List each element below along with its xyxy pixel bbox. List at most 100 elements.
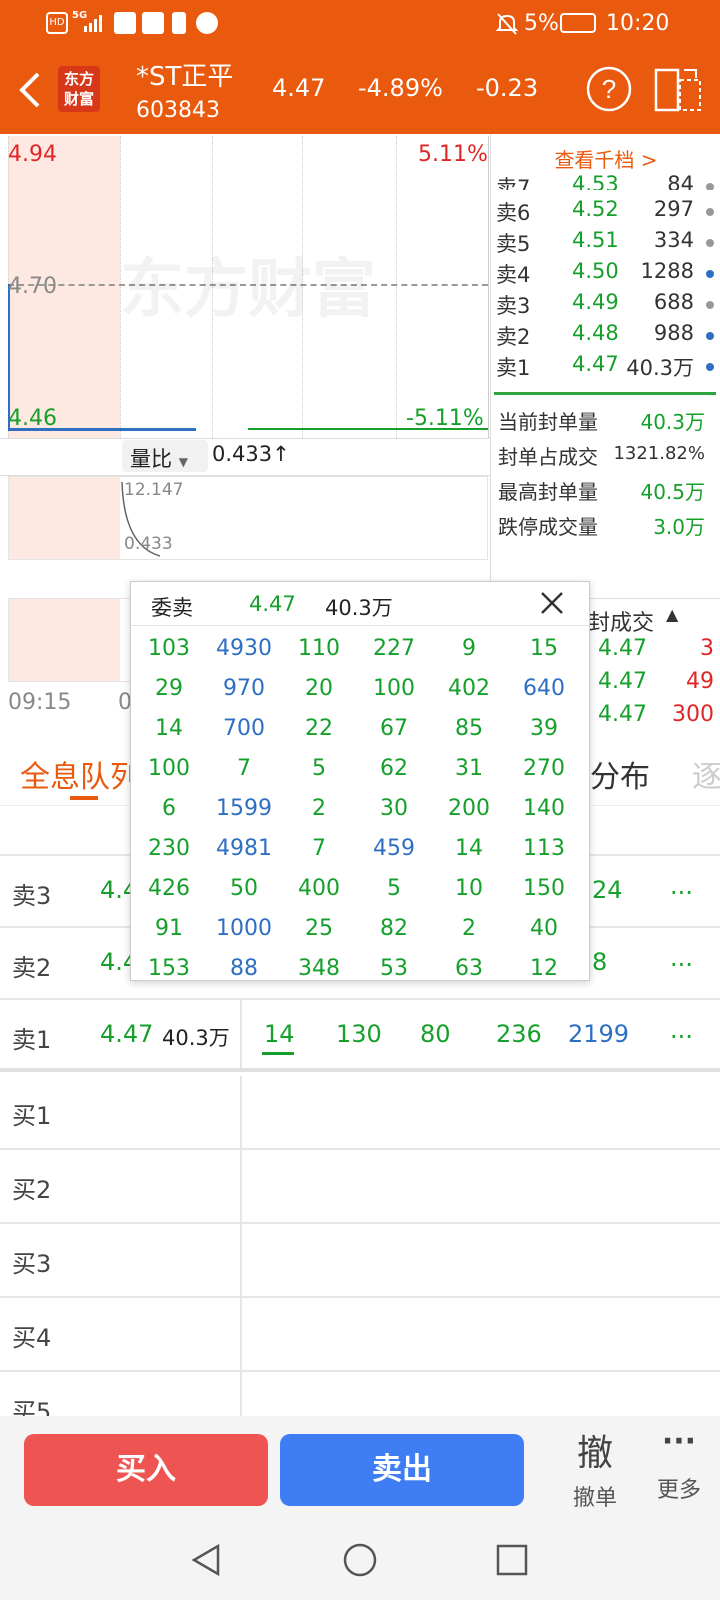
popup-order-cell[interactable]: 103 — [131, 636, 207, 661]
buy-button[interactable]: 买入 — [24, 1434, 268, 1506]
popup-order-cell[interactable]: 31 — [431, 756, 507, 781]
indicator-select[interactable]: 量比 ▼ — [122, 440, 208, 472]
popup-order-cell[interactable]: 7 — [206, 756, 282, 781]
popup-order-cell[interactable]: 67 — [356, 716, 432, 741]
more-button[interactable]: ··· 更多 — [644, 1424, 714, 1504]
stat-row: 封单占成交 1321.82% — [498, 441, 713, 473]
popup-order-cell[interactable]: 12 — [506, 956, 582, 981]
queue-order[interactable]: 80 — [420, 1020, 451, 1048]
popup-order-cell[interactable]: 459 — [356, 836, 432, 861]
popup-order-cell[interactable]: 140 — [506, 796, 582, 821]
popup-order-cell[interactable]: 400 — [281, 876, 357, 901]
tab-distribution[interactable]: 分布 — [590, 752, 650, 796]
popup-order-cell[interactable]: 22 — [281, 716, 357, 741]
popup-order-cell[interactable]: 270 — [506, 756, 582, 781]
popup-order-cell[interactable]: 29 — [131, 676, 207, 701]
popup-order-cell[interactable]: 700 — [206, 716, 282, 741]
popup-order-cell[interactable]: 5 — [356, 876, 432, 901]
popup-order-cell[interactable]: 85 — [431, 716, 507, 741]
ask-row[interactable]: 卖1 4.47 40.3万 — [490, 352, 720, 383]
popup-order-cell[interactable]: 91 — [131, 916, 207, 941]
ask-dot — [706, 270, 714, 278]
popup-order-cell[interactable]: 30 — [356, 796, 432, 821]
popup-order-cell[interactable]: 227 — [356, 636, 432, 661]
popup-order-cell[interactable]: 100 — [356, 676, 432, 701]
queue-order[interactable]: 236 — [496, 1020, 542, 1048]
queue-order[interactable]: 2199 — [568, 1020, 629, 1048]
queue-more[interactable]: ... — [670, 1016, 693, 1044]
popup-order-cell[interactable]: 1599 — [206, 796, 282, 821]
home-icon[interactable] — [342, 1542, 378, 1578]
tab-queue[interactable]: 全息队列 — [20, 752, 140, 796]
trade-price: 4.47 — [598, 669, 647, 694]
popup-order-cell[interactable]: 113 — [506, 836, 582, 861]
sort-up-icon[interactable]: ▲ — [666, 605, 678, 624]
popup-order-cell[interactable]: 426 — [131, 876, 207, 901]
queue-row-buy[interactable]: 买1 — [0, 1076, 720, 1150]
ask-dot — [706, 239, 714, 247]
popup-order-cell[interactable]: 150 — [506, 876, 582, 901]
popup-order-cell[interactable]: 5 — [281, 756, 357, 781]
popup-order-cell[interactable]: 6 — [131, 796, 207, 821]
sell-button[interactable]: 卖出 — [280, 1434, 524, 1506]
recents-icon[interactable] — [494, 1542, 530, 1578]
popup-order-cell[interactable]: 2 — [431, 916, 507, 941]
popup-order-cell[interactable]: 63 — [431, 956, 507, 981]
popup-order-cell[interactable]: 14 — [431, 836, 507, 861]
popup-order-cell[interactable]: 20 — [281, 676, 357, 701]
popup-order-cell[interactable]: 100 — [131, 756, 207, 781]
ask-row[interactable]: 卖6 4.52 297 — [490, 197, 720, 228]
queue-row-buy[interactable]: 买2 — [0, 1150, 720, 1224]
popup-order-cell[interactable]: 110 — [281, 636, 357, 661]
popup-order-cell[interactable]: 10 — [431, 876, 507, 901]
queue-row-sell1[interactable]: 卖1 4.47 40.3万 14 130 80 236 2199 ... — [0, 1000, 720, 1072]
popup-order-cell[interactable]: 348 — [281, 956, 357, 981]
popup-order-cell[interactable]: 53 — [356, 956, 432, 981]
popup-order-cell[interactable]: 153 — [131, 956, 207, 981]
ask-row[interactable]: 卖4 4.50 1288 — [490, 259, 720, 290]
popup-order-cell[interactable]: 1000 — [206, 916, 282, 941]
indicator-label: 量比 — [130, 447, 172, 471]
queue-row-buy[interactable]: 买4 — [0, 1298, 720, 1372]
sub-min: 0.433 — [124, 534, 173, 554]
popup-order-cell[interactable]: 4981 — [206, 836, 282, 861]
queue-order[interactable]: 14 — [264, 1020, 295, 1048]
stat-label: 跌停成交量 — [498, 515, 598, 539]
popup-order-cell[interactable]: 82 — [356, 916, 432, 941]
popup-order-cell[interactable]: 7 — [281, 836, 357, 861]
popup-order-cell[interactable]: 402 — [431, 676, 507, 701]
popup-order-cell[interactable]: 39 — [506, 716, 582, 741]
grid-line — [488, 136, 489, 438]
tab-next[interactable]: 逐 — [692, 752, 720, 796]
ask-row[interactable]: 卖2 4.48 988 — [490, 321, 720, 352]
popup-order-cell[interactable]: 25 — [281, 916, 357, 941]
popup-order-cell[interactable]: 200 — [431, 796, 507, 821]
popup-order-cell[interactable]: 640 — [506, 676, 582, 701]
layout-switch-icon[interactable] — [654, 66, 704, 116]
cancel-order-button[interactable]: 撤 撤单 — [560, 1424, 630, 1512]
queue-row-buy[interactable]: 买3 — [0, 1224, 720, 1298]
help-icon[interactable]: ? — [586, 66, 632, 112]
close-icon[interactable] — [539, 590, 565, 616]
back-icon[interactable] — [16, 70, 44, 110]
popup-order-cell[interactable]: 88 — [206, 956, 282, 981]
ask-row[interactable]: 卖3 4.49 688 — [490, 290, 720, 321]
popup-order-cell[interactable]: 230 — [131, 836, 207, 861]
popup-order-cell[interactable]: 4930 — [206, 636, 282, 661]
popup-order-cell[interactable]: 50 — [206, 876, 282, 901]
popup-order-cell[interactable]: 15 — [506, 636, 582, 661]
popup-order-cell[interactable]: 9 — [431, 636, 507, 661]
ask-row[interactable]: 卖5 4.51 334 — [490, 228, 720, 259]
popup-order-cell[interactable]: 2 — [281, 796, 357, 821]
back-nav-icon[interactable] — [188, 1542, 224, 1578]
queue-more[interactable]: ... — [670, 944, 693, 972]
popup-order-cell[interactable]: 970 — [206, 676, 282, 701]
popup-order-cell[interactable]: 62 — [356, 756, 432, 781]
popup-order-cell[interactable]: 40 — [506, 916, 582, 941]
queue-more[interactable]: ... — [670, 872, 693, 900]
queue-order[interactable]: 130 — [336, 1020, 382, 1048]
ask-dot — [706, 183, 714, 190]
ask-row[interactable]: 卖7 4.53 84 — [490, 172, 720, 190]
view-more-levels-link[interactable]: 查看千档 > — [491, 144, 720, 173]
popup-order-cell[interactable]: 14 — [131, 716, 207, 741]
